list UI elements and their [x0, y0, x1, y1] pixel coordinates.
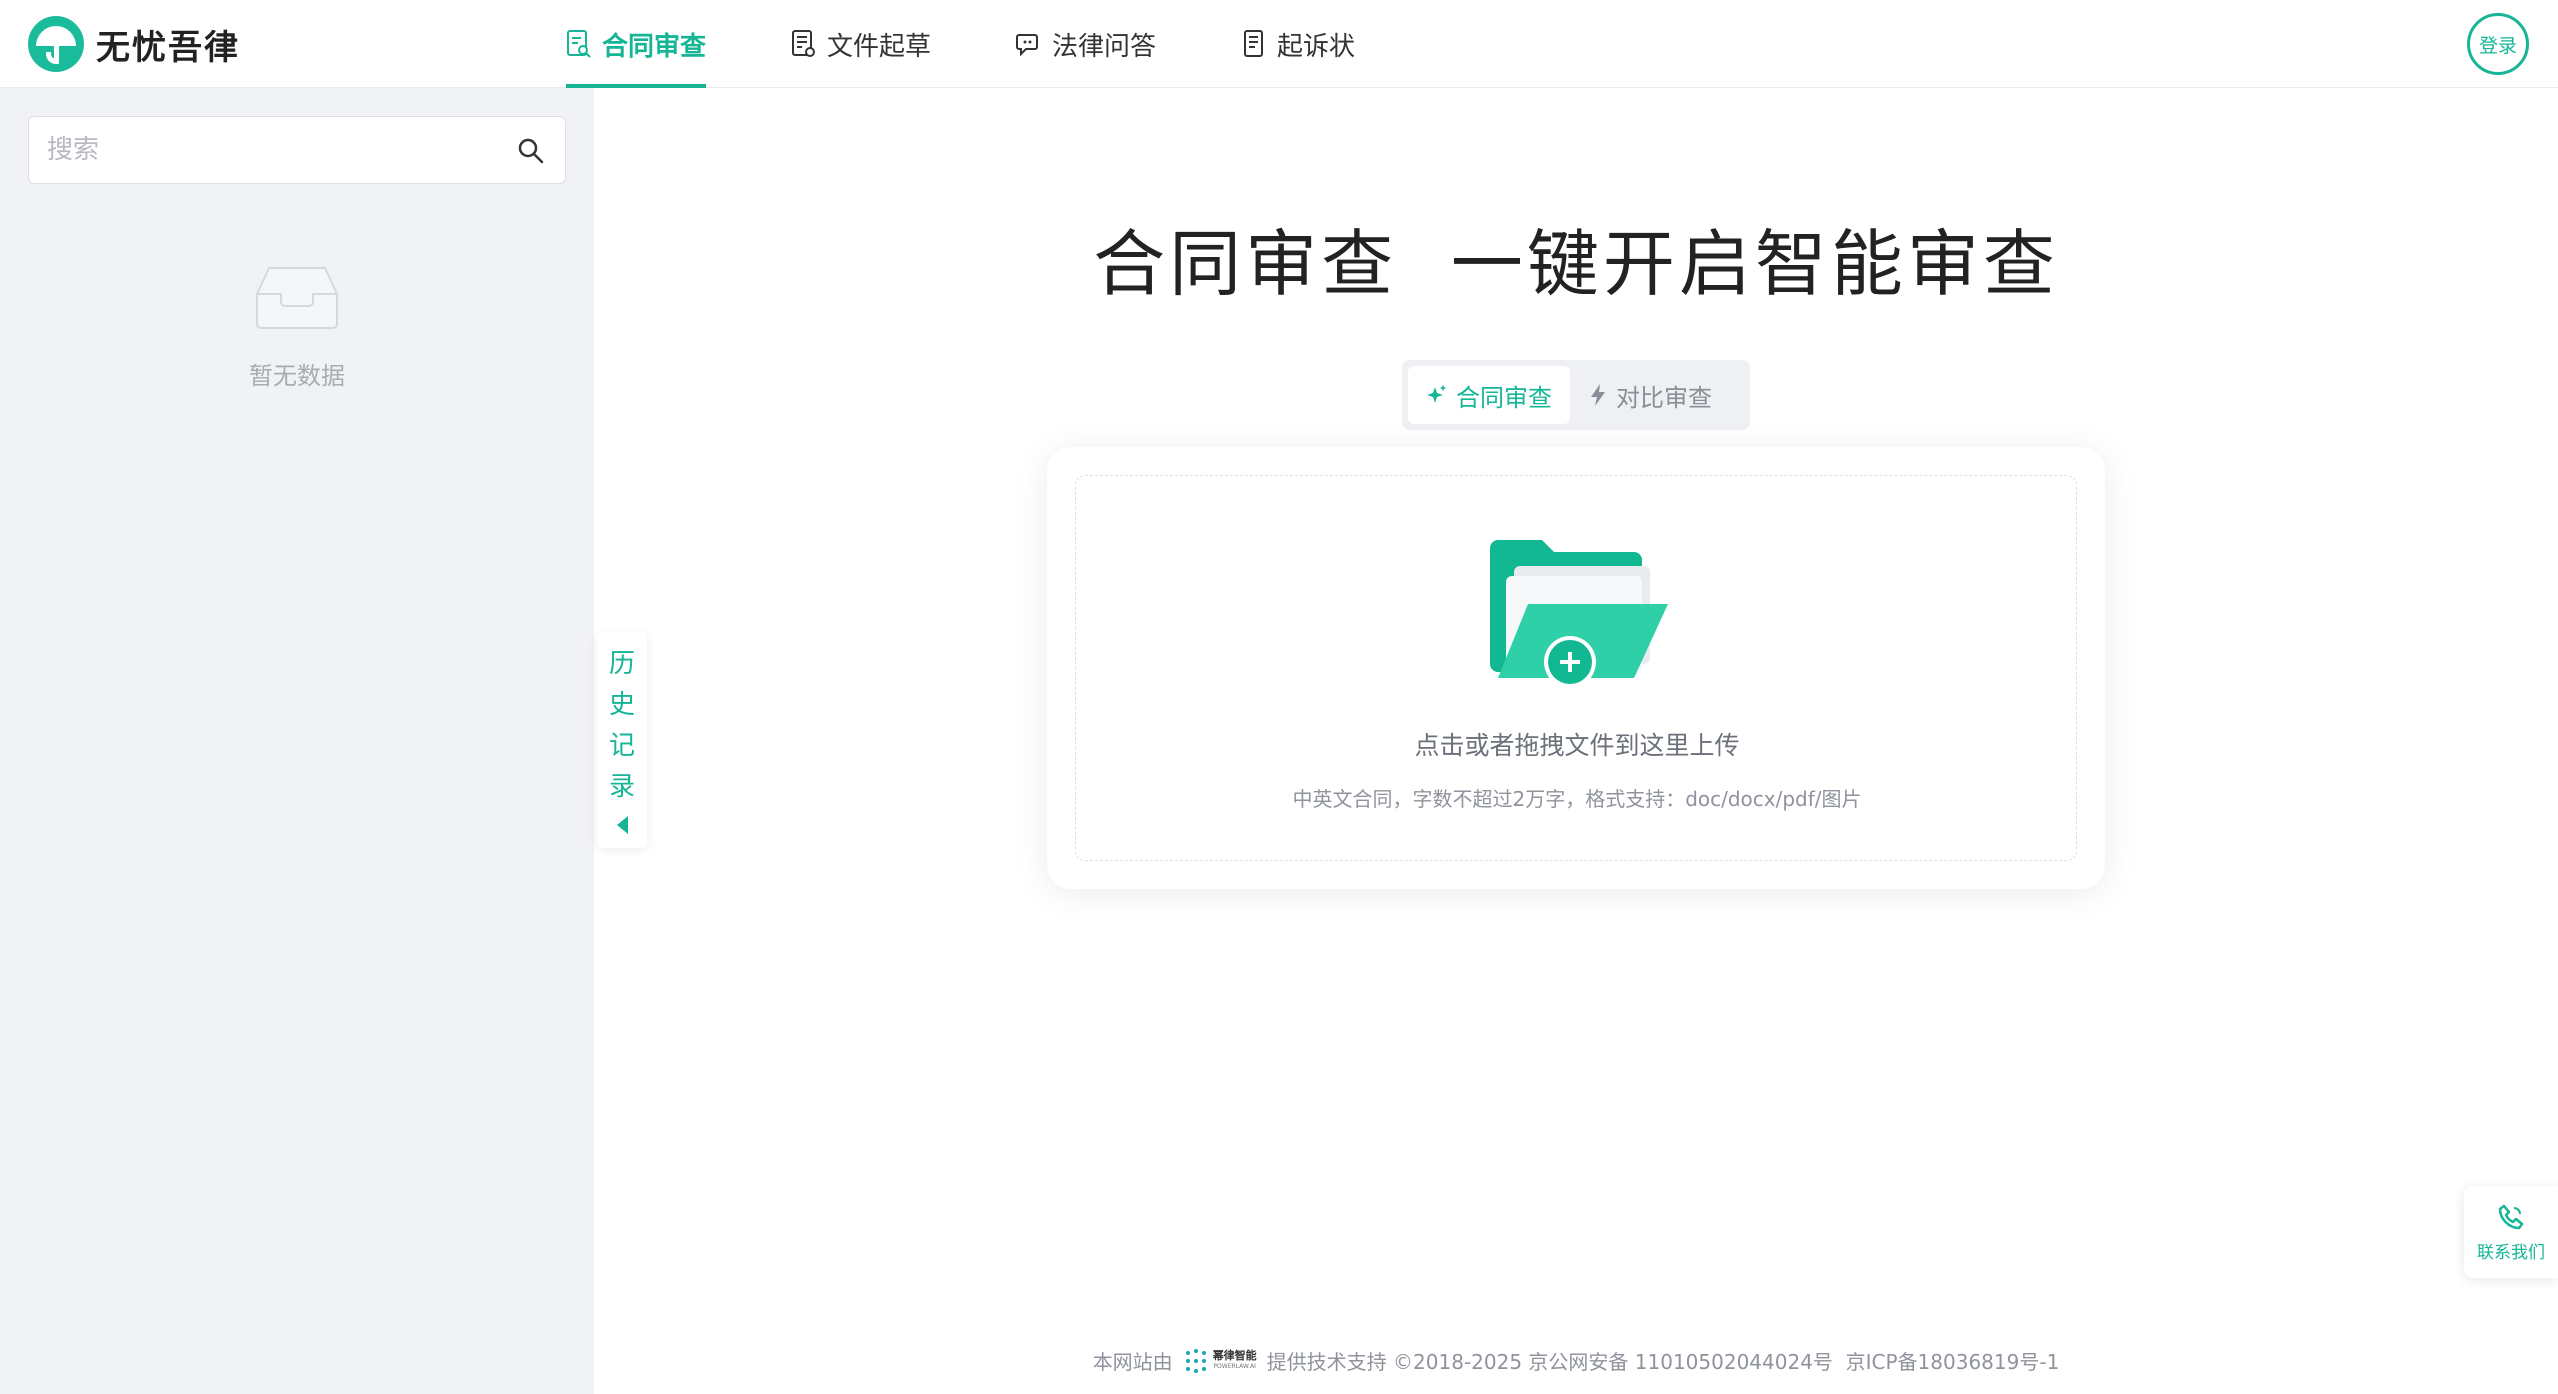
upload-hint: 中英文合同，字数不超过2万字，格式支持：doc/docx/pdf/图片 [1292, 787, 1862, 811]
mode-label: 合同审查 [1456, 383, 1552, 412]
search-icon[interactable] [517, 137, 545, 165]
nav-item-contract-review[interactable]: 合同审查 [566, 0, 707, 88]
contact-us-button[interactable]: 联系我们 [2464, 1186, 2558, 1278]
contact-label: 联系我们 [2477, 1242, 2545, 1263]
upload-dropzone[interactable]: 点击或者拖拽文件到这里上传 中英文合同，字数不超过2万字，格式支持：doc/do… [1075, 475, 2077, 861]
empty-text: 暂无数据 [249, 362, 345, 390]
mode-contract-review[interactable]: 合同审查 [1408, 366, 1570, 424]
history-label-char: 历 [608, 649, 635, 679]
umbrella-logo-icon [28, 16, 84, 72]
folder-upload-icon [1490, 540, 1668, 688]
nav-item-legal-qa[interactable]: 法律问答 [1016, 0, 1156, 88]
document-draft-icon [792, 30, 816, 57]
history-label-char: 记 [608, 731, 635, 761]
page-title: 合同审查 一键开启智能审查 [1093, 222, 2059, 306]
brand-name: 幂律智能 [1212, 1348, 1257, 1362]
upload-instruction: 点击或者拖拽文件到这里上传 [1414, 731, 1740, 760]
collapse-arrow-icon [616, 816, 628, 834]
nav-label: 文件起草 [827, 31, 932, 62]
mode-compare-review[interactable]: 对比审查 [1570, 366, 1730, 424]
upload-card: 点击或者拖拽文件到这里上传 中英文合同，字数不超过2万字，格式支持：doc/do… [1047, 447, 2105, 889]
empty-state: 暂无数据 [0, 264, 594, 391]
lightning-icon [1591, 384, 1605, 406]
history-label-char: 录 [608, 772, 635, 802]
top-bar: 无忧吾律 合同审查 文件起草 法律问答 起诉状 登录 [0, 0, 2558, 88]
main-nav: 合同审查 文件起草 法律问答 起诉状 [566, 0, 1440, 88]
footer-prefix: 本网站由 [1092, 1350, 1173, 1374]
complaint-icon [1244, 30, 1264, 57]
legal-qa-icon [1016, 34, 1039, 57]
footer-text: 提供技术支持 ©2018-2025 京公网安备 11010502044024号 … [1266, 1350, 2060, 1374]
logo[interactable]: 无忧吾律 [28, 14, 240, 74]
mode-label: 对比审查 [1616, 383, 1712, 412]
powerlaw-logo-icon [1185, 1348, 1206, 1373]
history-toggle[interactable]: 历 史 记 录 [597, 632, 647, 848]
nav-label: 法律问答 [1052, 31, 1157, 62]
history-label-char: 史 [608, 690, 635, 720]
nav-label: 合同审查 [602, 31, 707, 62]
login-button[interactable]: 登录 [2467, 13, 2529, 75]
empty-inbox-icon [256, 267, 338, 329]
brand-subtitle: POWERLAW.AI [1213, 1362, 1256, 1370]
sparkle-icon [1427, 385, 1446, 403]
nav-item-complaint[interactable]: 起诉状 [1241, 0, 1355, 88]
review-mode-switch: 合同审查 对比审查 [1402, 360, 1750, 430]
footer: 本网站由 幂律智能 POWERLAW.AI 提供技术支持 ©2018-2025 … [594, 1346, 2558, 1375]
nav-label: 起诉状 [1277, 31, 1356, 62]
powerlaw-logo[interactable]: 幂律智能 POWERLAW.AI [1183, 1348, 1257, 1374]
nav-item-document-draft[interactable]: 文件起草 [791, 0, 931, 88]
contract-review-icon [567, 30, 591, 58]
history-sidebar: 暂无数据 [0, 88, 594, 1394]
search-box [28, 116, 566, 184]
app-name: 无忧吾律 [96, 27, 240, 68]
phone-icon [2498, 1204, 2524, 1229]
search-input[interactable] [47, 127, 487, 173]
